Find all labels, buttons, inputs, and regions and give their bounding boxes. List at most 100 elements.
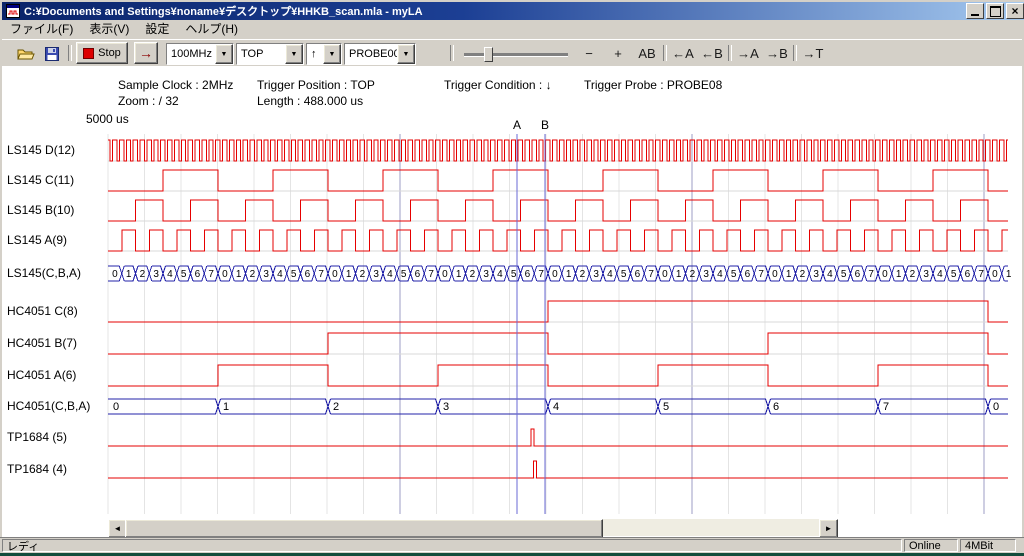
bus-value: 1 [566,269,572,280]
bus-value: 0 [662,269,668,280]
bus-value: 7 [978,269,984,280]
waveform [108,429,1008,446]
bus-value: 1 [456,269,462,280]
bus-value: 0 [442,269,448,280]
bus-value: 7 [883,401,889,413]
bus-value: 4 [607,269,613,280]
bus-value: 1 [896,269,902,280]
bus-value: 4 [937,269,943,280]
bus-value: 3 [263,269,269,280]
bus-value: 5 [731,269,737,280]
bus-value: 2 [140,269,146,280]
scroll-thumb[interactable] [125,519,603,538]
bus-value: 7 [318,269,324,280]
channel-label: LS145 B(10) [7,203,74,217]
channel-label: TP1684 (5) [7,430,67,444]
bus-value: 4 [553,401,559,413]
bus-value: 2 [250,269,256,280]
bus-value: 2 [580,269,586,280]
bus-value: 2 [360,269,366,280]
waveform [108,200,1008,221]
bus-value: 7 [208,269,214,280]
bus-value: 0 [113,401,119,413]
bus-value: 7 [758,269,764,280]
bus-value: 2 [910,269,916,280]
waveform-area[interactable]: 0123456701234567012345670123456701234567… [0,0,1024,553]
waveform [108,461,1008,478]
bus-value: 1 [126,269,132,280]
bus-value: 0 [772,269,778,280]
channel-label: LS145 A(9) [7,233,67,247]
bus-value: 6 [745,269,751,280]
waveform [108,170,1008,191]
waveform [108,301,1008,322]
waveform [108,365,1008,386]
bus-value: 3 [703,269,709,280]
bus-value: 4 [277,269,283,280]
bus-value: 3 [813,269,819,280]
bus-value: 0 [332,269,338,280]
waveform [108,140,1008,161]
bus-value: 6 [855,269,861,280]
bus-value: 3 [483,269,489,280]
bus-value: 3 [443,401,449,413]
bus-value: 0 [222,269,228,280]
bus-value: 2 [470,269,476,280]
bus-value: 1 [346,269,352,280]
bus-value: 3 [153,269,159,280]
bus-value: 4 [387,269,393,280]
channel-label: HC4051 B(7) [7,336,77,350]
waveform [108,230,1008,251]
channel-label: LS145 C(11) [7,173,74,187]
bus-value: 6 [415,269,421,280]
scroll-right-button[interactable]: ► [819,519,838,538]
bus-value: 1 [223,401,229,413]
bus-value: 0 [882,269,888,280]
bus-value: 1 [676,269,682,280]
bus-value: 1 [786,269,792,280]
bus-value: 6 [525,269,531,280]
bus-value: 6 [965,269,971,280]
bus-value: 5 [841,269,847,280]
channel-label: LS145 D(12) [7,143,75,157]
bus-value: 5 [291,269,297,280]
channel-label: LS145(C,B,A) [7,266,81,280]
bus-value: 6 [773,401,779,413]
channel-label: TP1684 (4) [7,462,67,476]
bus-value: 1 [1006,269,1012,280]
bus-value: 3 [923,269,929,280]
bus-value: 7 [648,269,654,280]
channel-label: HC4051 A(6) [7,368,76,382]
cursor-label-b: B [541,118,549,132]
bus-value: 6 [195,269,201,280]
h-scrollbar[interactable]: ◄ ► [108,519,838,536]
bus-value: 0 [112,269,118,280]
cursor-label-a: A [513,118,521,132]
bus-value: 7 [428,269,434,280]
bus-value: 3 [373,269,379,280]
bus-value: 5 [511,269,517,280]
bus-value: 2 [333,401,339,413]
status-ready: レディ [2,539,902,552]
bus-value: 5 [621,269,627,280]
app-window: C:¥Documents and Settings¥noname¥デスクトップ¥… [0,0,1024,553]
bus-value: 2 [800,269,806,280]
bus-value: 5 [663,401,669,413]
bus-value: 0 [993,401,999,413]
status-memory: 4MBit [960,539,1016,552]
bus-value: 4 [497,269,503,280]
bus-value: 4 [167,269,173,280]
bus-value: 2 [690,269,696,280]
bus-value: 5 [181,269,187,280]
channel-label: HC4051 C(8) [7,304,78,318]
status-online: Online [904,539,958,552]
bus-value: 0 [552,269,558,280]
bus-value: 5 [951,269,957,280]
bus-value: 3 [593,269,599,280]
bus-value: 0 [992,269,998,280]
channel-label: HC4051(C,B,A) [7,399,90,413]
bus-value: 7 [538,269,544,280]
bus-value: 5 [401,269,407,280]
bus-value: 4 [717,269,723,280]
waveform [108,333,1008,354]
